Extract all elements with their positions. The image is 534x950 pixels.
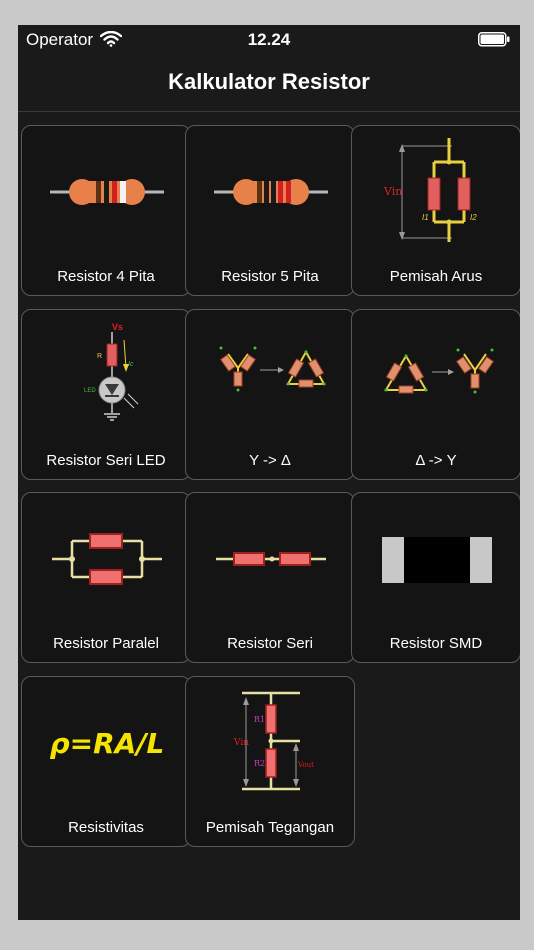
voltage-divider-icon: Vin R1 R2 Vout [233, 691, 314, 791]
tile-current-divider[interactable]: Vin I1 I2 Pemisah Arus [351, 125, 520, 296]
resistor-4-band-icon [50, 179, 164, 205]
svg-text:Vout: Vout [297, 761, 314, 769]
calculator-grid: Resistor 4 Pita Resistor 5 Pita Vin I1 I… [18, 125, 520, 865]
battery-icon [478, 32, 510, 52]
tile-voltage-divider[interactable]: Vin R1 R2 Vout Pemisah Tegangan [185, 676, 355, 847]
tile-label: Resistivitas [68, 819, 144, 836]
svg-text:R2: R2 [254, 759, 265, 768]
svg-text:I1: I1 [422, 213, 429, 222]
page-title: Kalkulator Resistor [168, 69, 370, 94]
delta-to-wye-icon [384, 348, 494, 394]
tile-resistor-5-band[interactable]: Resistor 5 Pita [185, 125, 355, 296]
svg-text:LED: LED [84, 388, 96, 394]
led-series-resistor-icon: Vs R Ic LED [84, 322, 139, 421]
svg-text:Ic: Ic [128, 361, 134, 368]
smd-resistor-icon [382, 537, 492, 583]
tile-label: Resistor 5 Pita [221, 268, 319, 285]
tile-label: Resistor 4 Pita [57, 268, 155, 285]
tile-label: Resistor Seri LED [46, 452, 166, 469]
svg-text:R: R [97, 353, 102, 360]
tile-delta-to-wye[interactable]: Δ -> Y [351, 309, 520, 480]
resistivity-formula-icon: ρ=RA/L [50, 727, 165, 760]
tile-wye-to-delta[interactable]: Y -> Δ [185, 309, 355, 480]
svg-text:Vin: Vin [383, 185, 402, 198]
svg-text:I2: I2 [470, 213, 477, 222]
tile-label: Y -> Δ [249, 452, 291, 469]
svg-text:Vs: Vs [112, 322, 123, 332]
status-bar: Operator 12.24 [18, 25, 520, 55]
navigation-bar: Kalkulator Resistor [18, 55, 520, 112]
tile-label: Pemisah Tegangan [205, 819, 335, 836]
current-divider-icon: Vin I1 I2 [383, 138, 477, 242]
tile-label: Resistor Seri [227, 635, 313, 652]
tile-led-series-resistor[interactable]: Vs R Ic LED Resistor Seri LED [21, 309, 191, 480]
tile-series-resistor[interactable]: Resistor Seri [185, 492, 355, 663]
tile-label: Pemisah Arus [389, 268, 483, 285]
tile-label: Resistor Paralel [53, 635, 159, 652]
resistor-5-band-icon [214, 179, 328, 205]
svg-text:ρ=RA/L: ρ=RA/L [50, 727, 165, 760]
tile-label: Resistor SMD [389, 635, 483, 652]
status-time: 12.24 [247, 30, 291, 49]
tile-parallel-resistor[interactable]: Resistor Paralel [21, 492, 191, 663]
parallel-resistor-icon [52, 533, 162, 585]
tile-resistivity[interactable]: ρ=RA/L Resistivitas [21, 676, 191, 847]
tile-label: Δ -> Y [415, 452, 457, 469]
tile-smd-resistor[interactable]: Resistor SMD [351, 492, 520, 663]
phone-screen: Operator 12.24 Kalkulator Resistor Resis… [18, 25, 520, 920]
series-resistor-icon [216, 552, 326, 566]
svg-text:Vin: Vin [233, 738, 249, 748]
svg-text:R1: R1 [254, 715, 265, 724]
tile-resistor-4-band[interactable]: Resistor 4 Pita [21, 125, 191, 296]
wye-to-delta-icon [219, 346, 326, 392]
